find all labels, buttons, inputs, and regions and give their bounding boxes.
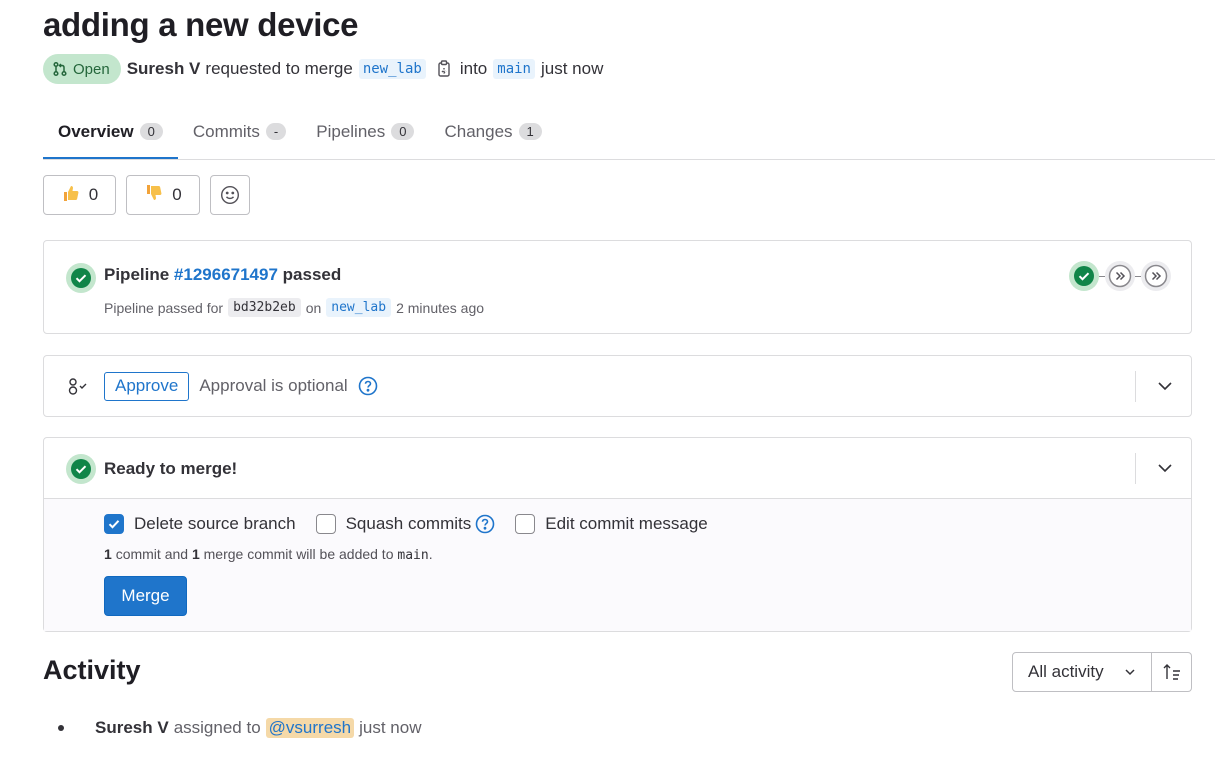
status-badge: Open (43, 54, 121, 84)
tab-count: - (265, 123, 287, 140)
smiley-icon (220, 185, 240, 205)
help-icon[interactable] (358, 376, 378, 396)
pipeline-status: passed (282, 265, 342, 284)
chevron-down-icon[interactable] (1157, 460, 1173, 481)
tab-commits[interactable]: Commits - (178, 104, 301, 159)
requested-text: requested to merge (205, 59, 353, 78)
mr-time: just now (540, 59, 604, 78)
tab-count: 0 (139, 123, 163, 140)
squash-commits-option[interactable]: Squash commits (315, 514, 496, 534)
thumbs-up-icon (61, 183, 81, 208)
squash-commits-label: Squash commits (345, 514, 472, 533)
approval-text: Approval is optional (199, 376, 348, 395)
copy-branch-icon[interactable] (436, 60, 452, 78)
target-branch-name: main (397, 548, 429, 563)
commit-note: 1 commit and 1 merge commit will be adde… (104, 546, 433, 563)
sort-direction-button[interactable] (1152, 652, 1192, 692)
pipeline-branch-link[interactable]: new_lab (326, 298, 392, 317)
edit-commit-message-option[interactable]: Edit commit message (515, 514, 708, 534)
source-branch[interactable]: new_lab (358, 59, 426, 79)
target-branch[interactable]: main (493, 59, 535, 79)
note-end: . (428, 546, 433, 562)
pipeline-id-link[interactable]: #1296671497 (174, 265, 278, 284)
success-status-icon (66, 263, 96, 298)
pipeline-time: 2 minutes ago (396, 299, 485, 316)
delete-source-branch-checkbox[interactable] (104, 514, 124, 534)
edit-commit-message-label: Edit commit message (545, 514, 708, 533)
help-icon[interactable] (475, 514, 495, 534)
into-text: into (459, 59, 488, 78)
pipeline-widget: Pipeline #1296671497 passed Pipeline pas… (43, 240, 1192, 334)
tab-changes[interactable]: Changes 1 (429, 104, 556, 159)
merge-commit-count: 1 (191, 546, 200, 562)
sort-icon (1162, 663, 1182, 681)
activity-filter-label: All activity (1028, 662, 1104, 681)
pipeline-sub-prefix: Pipeline passed for (104, 299, 224, 316)
commit-note-text: commit and (115, 546, 189, 562)
tab-label: Overview (58, 121, 134, 141)
chevron-down-icon[interactable] (1157, 378, 1173, 399)
approval-user-icon (66, 376, 90, 396)
tab-overview[interactable]: Overview 0 (43, 104, 178, 159)
chevron-down-icon (1124, 666, 1136, 678)
divider (1135, 371, 1136, 402)
stage-skipped-icon[interactable] (1141, 261, 1171, 291)
commit-sha-link[interactable]: bd32b2eb (228, 298, 301, 317)
thumbs-up-count: 0 (88, 185, 99, 204)
activity-author-link[interactable]: Suresh V (95, 718, 169, 738)
merge-note-text: merge commit will be added to (203, 546, 394, 562)
tab-pipelines[interactable]: Pipelines 0 (301, 104, 429, 159)
merge-status-text: Ready to merge! (104, 459, 238, 478)
thumbs-up-button[interactable]: 0 (43, 175, 116, 215)
stage-success-icon[interactable] (1069, 261, 1099, 291)
user-mention-link[interactable]: @vsurresh (265, 718, 355, 738)
approve-button[interactable]: Approve (104, 371, 190, 401)
tab-count: 1 (518, 123, 542, 140)
thumbs-down-icon (144, 183, 164, 208)
activity-title: Activity (43, 655, 141, 685)
activity-filter-dropdown[interactable]: All activity (1012, 652, 1152, 692)
reactions-row: 0 0 (43, 175, 250, 215)
approval-row: Approve Approval is optional (66, 356, 378, 416)
merge-body: Delete source branch Squash commits Edit… (44, 499, 1191, 631)
tab-count: 0 (391, 123, 415, 140)
activity-controls: All activity (1012, 652, 1192, 692)
activity-time: just now (359, 718, 422, 737)
edit-commit-message-checkbox[interactable] (515, 514, 536, 534)
divider (1135, 453, 1136, 484)
squash-commits-checkbox[interactable] (315, 514, 336, 534)
pipeline-subtitle: Pipeline passed for bd32b2eb on new_lab … (104, 298, 484, 317)
pipeline-mini-graph (1069, 261, 1171, 291)
pipeline-prefix: Pipeline (104, 265, 170, 284)
activity-action: assigned to (173, 718, 261, 737)
status-label: Open (73, 60, 110, 78)
merge-options: Delete source branch Squash commits Edit… (104, 514, 728, 534)
mr-meta: Open Suresh V requested to merge new_lab… (43, 54, 603, 84)
author-link[interactable]: Suresh V (127, 59, 201, 79)
commit-count: 1 (104, 546, 112, 562)
tab-label: Commits (192, 121, 260, 141)
approval-widget: Approve Approval is optional (43, 355, 1192, 417)
pipeline-on-text: on (305, 299, 322, 316)
merge-button[interactable]: Merge (104, 576, 187, 616)
mr-title: adding a new device (43, 6, 359, 43)
pipeline-title: Pipeline #1296671497 passed (104, 265, 341, 285)
merge-header: Ready to merge! (44, 438, 1191, 499)
tab-label: Changes (444, 121, 513, 141)
bullet (58, 725, 64, 731)
thumbs-down-button[interactable]: 0 (126, 175, 200, 215)
stage-skipped-icon[interactable] (1105, 261, 1135, 291)
merge-request-icon (52, 61, 68, 77)
tab-label: Pipelines (316, 121, 386, 141)
activity-item: Suresh V assigned to @vsurresh just now (58, 716, 421, 740)
success-status-icon (66, 454, 96, 489)
merge-widget: Ready to merge! Delete source branch Squ… (43, 437, 1192, 632)
delete-source-branch-label: Delete source branch (134, 514, 296, 533)
thumbs-down-count: 0 (172, 185, 182, 204)
add-reaction-button[interactable] (210, 175, 250, 215)
delete-source-branch-option[interactable]: Delete source branch (104, 514, 296, 534)
mr-tabs: Overview 0 Commits - Pipelines 0 Changes… (43, 104, 1215, 160)
